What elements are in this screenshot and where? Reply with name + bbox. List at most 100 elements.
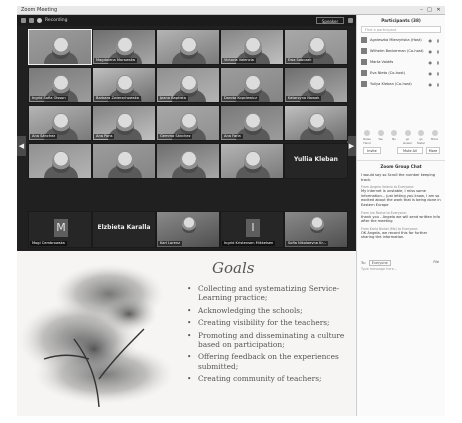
reaction-icon <box>377 130 384 136</box>
participant-video-tile[interactable]: Gemma Sánchez <box>156 105 220 141</box>
participant-video-tile[interactable]: Victoria Valencia <box>220 29 284 65</box>
participant-name: Ana Faria <box>222 134 243 139</box>
reaction-icon <box>418 130 424 136</box>
participant-name: Ingrid Kristensen Mikkelsen <box>222 241 276 246</box>
participant-video-tile[interactable]: Elzbieta Karalla <box>92 211 156 248</box>
reaction-label: More <box>431 137 438 141</box>
participant-video-tile[interactable]: Sofia Nikolaevna Kr... <box>284 211 348 248</box>
participant-name: Ana Sánchez <box>30 134 58 139</box>
participant-video-tile[interactable]: Ewa Sobczak <box>284 29 348 65</box>
chat-title: Zoom Group Chat <box>357 160 445 169</box>
participant-video-tile[interactable]: Joana Baptista <box>156 67 220 103</box>
chat-message-input[interactable]: Type message here... <box>361 267 441 271</box>
reactions-bar: Raise Hand Yes No go slower go faster More <box>361 130 443 145</box>
participant-name: Ana Pons <box>94 134 115 139</box>
prev-page-arrow[interactable]: ◀ <box>17 136 26 156</box>
goal-text: Promoting and disseminating a culture ba… <box>198 330 345 350</box>
participant-face <box>52 37 70 59</box>
goal-item: • Creating community of teachers; <box>187 374 355 383</box>
reaction-button[interactable]: go slower <box>402 130 414 145</box>
participant-video-tile[interactable] <box>92 143 156 179</box>
security-shield-icon[interactable] <box>29 18 34 23</box>
participant-video-tile[interactable] <box>28 29 92 65</box>
camera-icon[interactable]: ▮ <box>437 82 439 87</box>
minimize-button[interactable]: – <box>418 7 425 13</box>
mic-icon[interactable]: ● <box>429 82 433 87</box>
participant-name: Ingrid Sofia Olsson <box>30 96 68 101</box>
next-page-arrow[interactable]: ▶ <box>347 136 356 156</box>
participant-video-tile[interactable]: Barbara Zwierzchowska <box>92 67 156 103</box>
participant-name-label: Yullia Kleban <box>294 156 338 163</box>
participant-face <box>116 151 134 173</box>
participant-video-tile[interactable]: Ana Pons <box>92 105 156 141</box>
participant-video-tile[interactable] <box>284 105 348 141</box>
participant-row[interactable]: Marta Valdés ● ▮ <box>361 58 441 67</box>
camera-icon[interactable]: ▮ <box>437 49 439 54</box>
reaction-button[interactable]: More <box>429 130 441 141</box>
participant-video-tile[interactable]: Ingrid Sofia Olsson <box>28 67 92 103</box>
speaker-view-button[interactable]: Speaker View <box>316 17 344 31</box>
fullscreen-icon[interactable] <box>348 18 353 23</box>
reaction-button[interactable]: go faster <box>415 130 427 145</box>
mic-icon[interactable]: ● <box>429 71 433 76</box>
recording-label: Recording <box>45 18 68 23</box>
participant-face <box>116 75 134 97</box>
watercolor-tree-illustration <box>19 264 174 408</box>
chat-recipient-select[interactable]: Everyone <box>368 260 391 266</box>
participant-face <box>308 37 326 59</box>
participant-face <box>182 217 196 233</box>
participant-row-name: Agnieszka Mierzyńska (Host) <box>370 38 422 42</box>
participant-face <box>52 113 70 135</box>
info-icon[interactable] <box>21 18 26 23</box>
participant-video-tile[interactable]: Magdalena Morawska <box>92 29 156 65</box>
camera-icon[interactable]: ▮ <box>437 71 439 76</box>
participant-name: Barbara Zwierzchowska <box>94 96 141 101</box>
participants-title: Participants (38) <box>381 18 421 23</box>
participant-video-tile[interactable]: Dorota Kopciewicz <box>220 67 284 103</box>
side-panel: Participants (38) Find a participant Agn… <box>356 15 445 416</box>
participant-row[interactable]: Yuliya Kleban (Co-host) ● ▮ <box>361 80 441 89</box>
participant-row[interactable]: Eva Nieto (Co-host) ● ▮ <box>361 69 441 78</box>
participant-face <box>52 75 70 97</box>
reaction-label: go slower <box>402 137 413 145</box>
video-grid: ◀ ▶ Magdalena Morawska Victoria Valencia E… <box>17 26 356 251</box>
participant-name: Mogi Cembrowska <box>30 241 67 246</box>
participant-video-tile[interactable] <box>220 143 284 179</box>
participant-row[interactable]: Agnieszka Mierzyńska (Host) ● ▮ <box>361 36 441 45</box>
participant-video-tile[interactable]: M Mogi Cembrowska <box>28 211 92 248</box>
participant-search-input[interactable]: Find a participant <box>361 26 441 33</box>
participant-initial: I <box>246 219 260 237</box>
bullet-dot: • <box>187 305 192 315</box>
participant-video-tile[interactable] <box>28 143 92 179</box>
goal-text: Creating visibility for the teachers; <box>198 318 330 328</box>
camera-icon[interactable]: ▮ <box>437 60 439 65</box>
reaction-button[interactable]: No <box>388 130 400 141</box>
goal-item: • Promoting and disseminating a culture b… <box>187 331 355 350</box>
participant-video-tile[interactable] <box>156 143 220 179</box>
participant-video-tile[interactable] <box>156 29 220 65</box>
camera-icon[interactable]: ▮ <box>437 38 439 43</box>
chat-file-button[interactable]: File <box>433 260 439 264</box>
reaction-button[interactable]: Yes <box>375 130 387 141</box>
more-button[interactable]: More <box>426 147 440 154</box>
close-button[interactable]: ✕ <box>435 7 442 13</box>
reaction-button[interactable]: Raise Hand <box>361 130 373 145</box>
bullet-dot: • <box>187 374 192 384</box>
mic-icon[interactable]: ● <box>429 38 433 43</box>
participant-name: Sofia Nikolaevna Kr... <box>286 241 329 246</box>
mic-icon[interactable]: ● <box>429 60 433 65</box>
mute-all-button[interactable]: Mute All <box>397 147 423 154</box>
chat-message-text: thank you - Angela we will send written … <box>361 214 440 224</box>
maximize-button[interactable]: □ <box>426 7 433 13</box>
shared-slide: Goals • Collecting and systematizing Serv… <box>17 251 356 416</box>
participant-video-tile[interactable]: Ana Faria <box>220 105 284 141</box>
participant-video-tile[interactable]: I Ingrid Kristensen Mikkelsen <box>220 211 284 248</box>
invite-button[interactable]: Invite <box>363 147 381 154</box>
participant-video-tile[interactable]: Ana Sánchez <box>28 105 92 141</box>
participant-video-tile[interactable]: Yullia Kleban <box>284 143 348 179</box>
mic-icon[interactable]: ● <box>429 49 433 54</box>
participant-row[interactable]: Wilhelm Beckerman (Co-host) ● ▮ <box>361 47 441 56</box>
participant-initial: M <box>54 219 68 237</box>
participant-video-tile[interactable]: Katarzyna Nowak <box>284 67 348 103</box>
participant-video-tile[interactable]: Karl Lorenz <box>156 211 220 248</box>
